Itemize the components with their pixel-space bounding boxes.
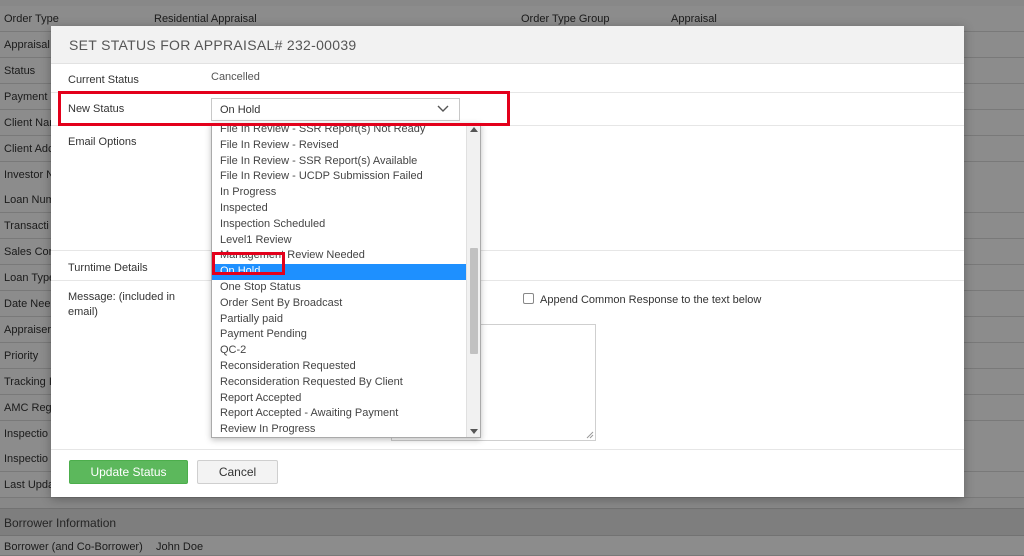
turntime-row: Turntime Details (51, 251, 964, 281)
status-option[interactable]: Report Accepted (212, 391, 467, 407)
status-option[interactable]: Partially paid (212, 312, 467, 328)
scrollbar-thumb[interactable] (470, 248, 478, 354)
status-option[interactable]: File In Review - Revised (212, 138, 467, 154)
status-option[interactable]: Order Sent By Broadcast (212, 296, 467, 312)
status-dropdown-list[interactable]: File In Review - SSR Report(s) Not Ready… (211, 123, 481, 438)
dropdown-scrollbar[interactable] (466, 124, 480, 437)
arrow-down-icon[interactable] (470, 429, 478, 434)
current-status-row: Current Status Cancelled (51, 64, 964, 93)
email-options-label: Email Options (68, 136, 137, 148)
resize-grip-icon[interactable] (586, 431, 594, 439)
status-option[interactable]: One Stop Status (212, 280, 467, 296)
highlight-new-status (58, 91, 510, 126)
status-option[interactable]: Inspection Scheduled (212, 217, 467, 233)
status-option[interactable]: Reconsideration Requested By Client (212, 375, 467, 391)
status-option[interactable]: Level1 Review (212, 233, 467, 249)
append-common-response-checkbox[interactable] (523, 293, 534, 304)
message-label-line2: email) (68, 306, 98, 318)
status-option[interactable]: In Progress (212, 185, 467, 201)
modal-title: SET STATUS FOR APPRAISAL# 232-00039 (51, 26, 964, 64)
status-option[interactable]: Inspected (212, 201, 467, 217)
append-common-response-label: Append Common Response to the text below (540, 294, 762, 306)
current-status-value: Cancelled (211, 71, 260, 83)
status-option[interactable]: File In Review - SSR Report(s) Available (212, 154, 467, 170)
turntime-label: Turntime Details (68, 262, 148, 274)
status-option[interactable]: Payment Pending (212, 327, 467, 343)
arrow-up-icon[interactable] (470, 127, 478, 132)
status-option[interactable]: QC-2 (212, 343, 467, 359)
cancel-button[interactable]: Cancel (197, 460, 278, 484)
status-option[interactable]: Report Accepted - Awaiting Payment (212, 406, 467, 422)
current-status-label: Current Status (68, 74, 139, 86)
update-status-button[interactable]: Update Status (69, 460, 188, 484)
status-option[interactable]: File In Review - UCDP Submission Failed (212, 169, 467, 185)
status-option[interactable]: Review In Progress (212, 422, 467, 437)
status-option[interactable]: Reconsideration Requested (212, 359, 467, 375)
highlight-on-hold-option (212, 252, 285, 275)
message-label-line1: Message: (included in (68, 291, 176, 303)
status-options-list: File In Review - SSR Report(s) Not Ready… (212, 124, 467, 437)
email-options-row: Email Options (51, 126, 964, 251)
